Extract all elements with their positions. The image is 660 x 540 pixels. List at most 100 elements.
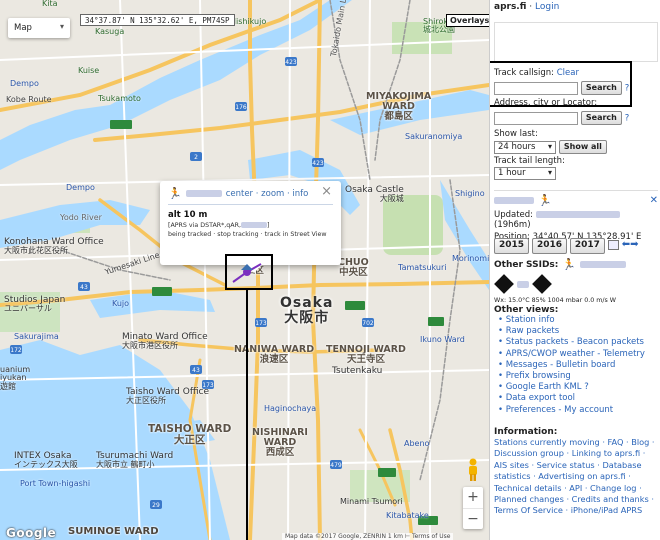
brand-header: aprs.fi · Login	[494, 2, 560, 12]
label-abeno: Abeno	[404, 439, 430, 448]
label-haginochaya: Haginochaya	[264, 404, 317, 413]
arrow-right-icon[interactable]: ➡	[630, 239, 638, 250]
label-aquarium: uanium iyukan 遊館	[0, 365, 31, 391]
zoom-out-button[interactable]: −	[463, 508, 483, 529]
show-last-select[interactable]: 24 hours ▾	[494, 140, 556, 154]
information-links[interactable]: Stations currently moving · FAQ · Blog ·…	[494, 437, 660, 517]
year-2016-button[interactable]: 2016	[531, 238, 567, 254]
label-kuise: Kuise	[78, 66, 100, 75]
view-prefix[interactable]: Prefix browsing	[498, 371, 660, 382]
station-marker-highlight[interactable]	[225, 254, 273, 290]
svg-text:176: 176	[235, 104, 247, 111]
label-ikuno: Ikuno Ward	[420, 335, 465, 344]
tail-length-select[interactable]: 1 hour ▾	[494, 167, 556, 180]
svg-text:173: 173	[255, 320, 267, 327]
redacted-callsign	[185, 190, 222, 197]
svg-text:423: 423	[285, 59, 297, 66]
label-tsurumachi: Tsurumachi Ward 大阪市立 鶴町小	[96, 451, 174, 470]
label-sakuranomiya: Sakuranomiya	[405, 132, 463, 141]
label-kitabatake: Kitabatake	[386, 511, 429, 520]
close-icon[interactable]: ×	[321, 184, 332, 199]
view-messages[interactable]: Messages - Bulletin board	[498, 360, 660, 371]
map-attribution[interactable]: Map data ©2017 Google, ZENRIN 1 km ⊢ Ter…	[282, 533, 454, 540]
station-track-icon	[232, 263, 262, 283]
label-studios: Studios Japan ユニバーサル	[4, 295, 66, 314]
wx-readout: Wx: 15.0°C 85% 1004 mbar 0.0 m/s W	[494, 297, 617, 304]
popup-links[interactable]: center · zoom · info	[226, 189, 309, 199]
login-link[interactable]: Login	[535, 2, 559, 12]
map-type-label: Map	[14, 23, 32, 33]
view-data-export[interactable]: Data export tool	[498, 393, 660, 404]
map-canvas[interactable]: 423 176 423 43 173 702 173 172 43 2 41 4…	[0, 0, 489, 540]
weather-diamond-icon-2[interactable]	[531, 274, 552, 294]
label-konohana: Konohana Ward Office 大阪市此花区役所	[4, 237, 104, 256]
other-views-heading: Other views:	[494, 305, 559, 315]
year-buttons: 2015 2016 2017 ⬅➡	[494, 238, 638, 254]
label-nishinari: NISHINARI WARD 西成区	[252, 427, 308, 458]
svg-text:172: 172	[10, 347, 22, 354]
station-summary: 🏃 ✕ Updated: (19h6m) Position: 34°40.57'…	[494, 190, 658, 242]
svg-text:29: 29	[152, 502, 160, 509]
svg-text:2: 2	[194, 154, 198, 161]
chevron-down-icon: ▾	[59, 22, 64, 31]
views-list: Station info Raw packets Status packets …	[498, 315, 660, 416]
view-status-packets[interactable]: Status packets - Beacon packets	[498, 337, 660, 348]
annotation-line-marker	[246, 290, 248, 540]
label-taisho-ward: TAISHO WARD 大正区	[148, 423, 232, 447]
label-suminoe: SUMINOE WARD	[68, 526, 159, 537]
svg-text:423: 423	[312, 160, 324, 167]
label-osaka-city: Osaka 大阪市	[280, 295, 334, 326]
view-station-info[interactable]: Station info	[498, 315, 660, 326]
address-input[interactable]	[494, 111, 578, 125]
coordinate-readout: 34°37.87' N 135°32.62' E, PM74SP	[80, 14, 235, 26]
label-dempo: Dempo	[66, 183, 95, 192]
zoom-in-button[interactable]: +	[463, 487, 483, 508]
show-all-button[interactable]: Show all	[558, 140, 607, 154]
ad-placeholder	[494, 22, 658, 62]
view-preferences[interactable]: Preferences - My account	[498, 405, 660, 416]
label-nishikujo: Nishikujo	[230, 17, 267, 26]
label-kujo: Kujo	[112, 299, 130, 308]
other-ssids-section: Other SSIDs: 🏃 Wx: 15.0°C 85% 1004 mbar …	[494, 258, 658, 304]
show-last-label: Show last:	[494, 129, 538, 139]
label-tsutenkaku: Tsutenkaku	[332, 366, 383, 376]
view-raw-packets[interactable]: Raw packets	[498, 326, 660, 337]
zoom-control[interactable]: + −	[463, 487, 483, 529]
label-tsukamoto: Tsukamoto	[98, 94, 141, 103]
svg-text:702: 702	[362, 320, 374, 327]
svg-text:43: 43	[80, 284, 88, 291]
label-port-town: Port Town-higashi	[20, 479, 91, 488]
label-tamatsukuri: Tamatsukuri	[398, 263, 447, 272]
label-chuo: CHUO 中央区	[338, 257, 369, 278]
address-help-link[interactable]: ?	[625, 114, 630, 124]
view-weather[interactable]: APRS/CWOP weather - Telemetry	[498, 349, 660, 360]
label-dempo-top: Dempo	[10, 79, 39, 88]
label-morinomiya: Morinomiya	[452, 254, 489, 263]
label-taisho-office: Taisho Ward Office 大正区役所	[126, 387, 210, 406]
address-search-button[interactable]: Search	[580, 111, 622, 125]
popup-tracking-links[interactable]: being tracked · stop tracking · track in…	[168, 231, 333, 238]
label-minato: Minato Ward Office 大阪市港区役所	[122, 332, 208, 351]
information-section: Information: Stations currently moving ·…	[494, 427, 660, 517]
redacted-station	[494, 197, 534, 204]
close-station-icon[interactable]: ✕	[650, 195, 658, 206]
view-google-earth[interactable]: Google Earth KML ?	[498, 382, 660, 393]
label-kobe-route: Kobe Route	[6, 95, 52, 104]
map-type-select[interactable]: Map ▾	[8, 18, 70, 38]
year-2017-button[interactable]: 2017	[569, 238, 605, 254]
label-shigino: Shigino	[455, 189, 485, 198]
updated-line: Updated: (19h6m)	[494, 210, 658, 230]
sidebar: aprs.fi · Login Track callsign: Clear Se…	[489, 0, 660, 540]
popup-via: [APRS via DSTAR*,qAR,]	[168, 222, 270, 229]
calendar-icon[interactable]	[607, 239, 619, 250]
weather-diamond-icon[interactable]	[494, 274, 514, 294]
year-2015-button[interactable]: 2015	[494, 238, 530, 254]
google-logo: Google	[6, 526, 57, 540]
pegman-icon[interactable]	[465, 458, 481, 482]
label-minami-tsumori: Minami Tsumori	[340, 497, 403, 506]
overlays-button[interactable]: Overlays	[446, 14, 489, 27]
ssid-runner-icon[interactable]: 🏃	[562, 258, 576, 271]
label-miyakojima: MIYAKOJIMA WARD 都島区	[366, 91, 432, 122]
station-runner-icon: 🏃	[168, 187, 182, 200]
arrow-left-icon[interactable]: ⬅	[622, 239, 630, 250]
